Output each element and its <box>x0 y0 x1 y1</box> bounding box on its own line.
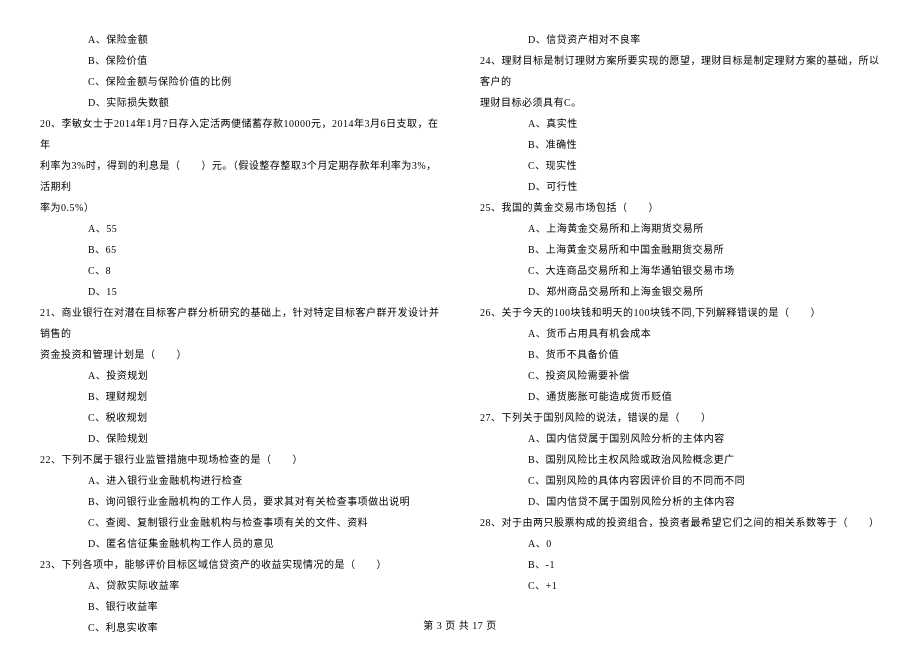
q22-option-b: B、询问银行业金融机构的工作人员，要求其对有关检查事项做出说明 <box>40 492 440 513</box>
q22-stem: 22、下列不属于银行业监管措施中现场检查的是（ ） <box>40 450 440 471</box>
q21-option-b: B、理财规划 <box>40 387 440 408</box>
page-footer: 第 3 页 共 17 页 <box>0 617 920 632</box>
q23-stem: 23、下列各项中，能够评价目标区域信贷资产的收益实现情况的是（ ） <box>40 555 440 576</box>
q25-option-c: C、大连商品交易所和上海华通铂银交易市场 <box>480 261 880 282</box>
q27-option-b: B、国别风险比主权风险或政治风险概念更广 <box>480 450 880 471</box>
q20-stem-line2: 利率为3%时，得到的利息是（ ）元。（假设整存整取3个月定期存款年利率为3%，活… <box>40 156 440 198</box>
q20-option-a: A、55 <box>40 219 440 240</box>
q27-stem: 27、下列关于国别风险的说法，错误的是（ ） <box>480 408 880 429</box>
q27-option-d: D、国内信贷不属于国别风险分析的主体内容 <box>480 492 880 513</box>
q20-stem-line3: 率为0.5%） <box>40 198 440 219</box>
q19-option-b: B、保险价值 <box>40 51 440 72</box>
q23-option-d: D、信贷资产相对不良率 <box>480 30 880 51</box>
q19-option-c: C、保险金额与保险价值的比例 <box>40 72 440 93</box>
q19-option-d: D、实际损失数额 <box>40 93 440 114</box>
q26-option-d: D、通货膨胀可能造成货币贬值 <box>480 387 880 408</box>
q21-option-d: D、保险规划 <box>40 429 440 450</box>
q20-option-c: C、8 <box>40 261 440 282</box>
right-column: D、信贷资产相对不良率 24、理财目标是制订理财方案所要实现的愿望，理财目标是制… <box>460 30 880 570</box>
q24-stem-line2: 理财目标必须具有C。 <box>480 93 880 114</box>
q24-stem-line1: 24、理财目标是制订理财方案所要实现的愿望，理财目标是制定理财方案的基础，所以客… <box>480 51 880 93</box>
q25-option-d: D、郑州商品交易所和上海金银交易所 <box>480 282 880 303</box>
q20-option-d: D、15 <box>40 282 440 303</box>
q26-option-b: B、货币不具备价值 <box>480 345 880 366</box>
q22-option-d: D、匿名信征集金融机构工作人员的意见 <box>40 534 440 555</box>
q24-option-d: D、可行性 <box>480 177 880 198</box>
q26-option-c: C、投资风险需要补偿 <box>480 366 880 387</box>
q25-option-b: B、上海黄金交易所和中国金融期货交易所 <box>480 240 880 261</box>
left-column: A、保险金额 B、保险价值 C、保险金额与保险价值的比例 D、实际损失数额 20… <box>40 30 460 570</box>
q21-option-a: A、投资规划 <box>40 366 440 387</box>
q27-option-a: A、国内信贷属于国别风险分析的主体内容 <box>480 429 880 450</box>
q25-option-a: A、上海黄金交易所和上海期货交易所 <box>480 219 880 240</box>
q28-option-b: B、-1 <box>480 555 880 576</box>
q22-option-c: C、查阅、复制银行业金融机构与检查事项有关的文件、资料 <box>40 513 440 534</box>
q19-option-a: A、保险金额 <box>40 30 440 51</box>
q28-option-a: A、0 <box>480 534 880 555</box>
q22-option-a: A、进入银行业金融机构进行检查 <box>40 471 440 492</box>
q27-option-c: C、国别风险的具体内容因评价目的不同而不同 <box>480 471 880 492</box>
q28-option-c: C、+1 <box>480 576 880 597</box>
q23-option-a: A、贷款实际收益率 <box>40 576 440 597</box>
q21-stem-line1: 21、商业银行在对潜在目标客户群分析研究的基础上，针对特定目标客户群开发设计并销… <box>40 303 440 345</box>
q28-stem: 28、对于由两只股票构成的投资组合，投资者最希望它们之间的相关系数等于（ ） <box>480 513 880 534</box>
q24-option-a: A、真实性 <box>480 114 880 135</box>
q20-option-b: B、65 <box>40 240 440 261</box>
q24-option-c: C、现实性 <box>480 156 880 177</box>
q21-stem-line2: 资金投资和管理计划是（ ） <box>40 345 440 366</box>
q25-stem: 25、我国的黄金交易市场包括（ ） <box>480 198 880 219</box>
q26-option-a: A、货币占用具有机会成本 <box>480 324 880 345</box>
q26-stem: 26、关于今天的100块钱和明天的100块钱不同,下列解释错误的是（ ） <box>480 303 880 324</box>
q23-option-b: B、银行收益率 <box>40 597 440 618</box>
q20-stem-line1: 20、李敏女士于2014年1月7日存入定活两便储蓄存款10000元，2014年3… <box>40 114 440 156</box>
q21-option-c: C、税收规划 <box>40 408 440 429</box>
q24-option-b: B、准确性 <box>480 135 880 156</box>
